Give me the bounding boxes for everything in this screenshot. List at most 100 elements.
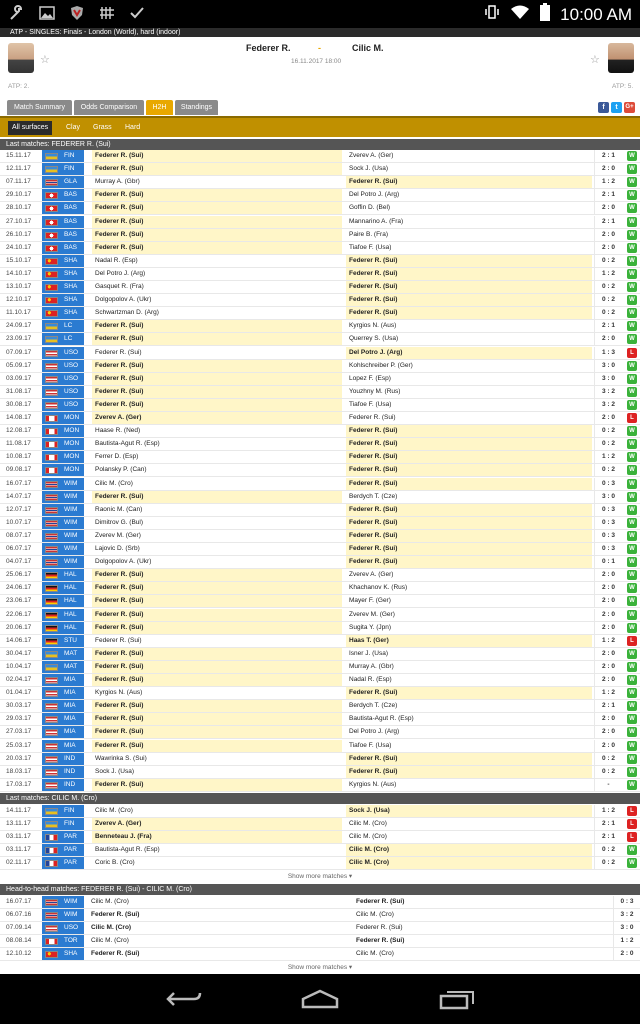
tournament-badge[interactable]: IND (42, 765, 84, 778)
match-row[interactable]: 12.07.17 WIM Raonic M. (Can) Federer R. (Su… (0, 503, 640, 517)
match-row[interactable]: 30.04.17 MAT Federer R. (Sui) Isner J. (Usa… (0, 647, 640, 661)
tournament-badge[interactable]: STU (42, 634, 84, 647)
home-favorite-star-icon[interactable]: ☆ (40, 53, 50, 66)
match-row[interactable]: 29.10.17 BAS Federer R. (Sui) Del Potro J. … (0, 189, 640, 203)
tournament-badge[interactable]: HAL (42, 582, 84, 595)
away-player[interactable]: Isner J. (Usa) (346, 648, 592, 660)
away-player[interactable]: Kohlschreiber P. (Ger) (346, 360, 592, 372)
away-player[interactable]: Federer R. (Sui) (346, 464, 592, 477)
home-player[interactable]: Sock J. (Usa) (92, 766, 342, 778)
away-player[interactable]: Federer R. (Sui) (346, 477, 592, 490)
away-player[interactable]: Federer R. (Sui) (346, 752, 592, 765)
match-row[interactable]: 05.09.17 USO Federer R. (Sui) Kohlschreiber… (0, 359, 640, 373)
away-player[interactable]: Sugita Y. (Jpn) (346, 622, 592, 634)
away-player[interactable]: Mannarino A. (Fra) (346, 216, 592, 228)
tournament-badge[interactable]: GLA (42, 176, 84, 189)
surface-hard[interactable]: Hard (121, 121, 144, 135)
home-player[interactable]: Bautista-Agut R. (Esp) (92, 844, 342, 856)
match-row[interactable]: 12.11.17 FIN Federer R. (Sui) Sock J. (Usa)… (0, 163, 640, 177)
away-player[interactable]: Federer R. (Sui) (346, 425, 592, 438)
tournament-badge[interactable]: MIA (42, 687, 84, 700)
tournament-badge[interactable]: WIM (42, 909, 84, 922)
home-player[interactable]: Federer R. (Sui) (92, 621, 342, 634)
match-row[interactable]: 24.09.17 LC Federer R. (Sui) Kyrgios N. (Au… (0, 320, 640, 334)
tournament-badge[interactable]: BAS (42, 228, 84, 241)
tournament-badge[interactable]: BAS (42, 241, 84, 254)
away-player[interactable]: Tiafoe F. (Usa) (346, 740, 592, 752)
match-row[interactable]: 15.11.17 FIN Federer R. (Sui) Zverev A. (Ge… (0, 150, 640, 163)
home-player[interactable]: Federer R. (Sui) (92, 647, 342, 660)
home-player[interactable]: Federer R. (Sui) (92, 215, 342, 228)
h2h-show-more-link[interactable]: Show more matches ▾ (0, 963, 640, 973)
home-player[interactable]: Dolgopolov A. (Ukr) (92, 556, 342, 568)
match-row[interactable]: 23.06.17 HAL Federer R. (Sui) Mayer F. (Ger… (0, 595, 640, 609)
match-row[interactable]: 06.07.17 WIM Lajovic D. (Srb) Federer R. (S… (0, 543, 640, 556)
tournament-badge[interactable]: MON (42, 438, 84, 451)
tab-standings[interactable]: Standings (175, 100, 218, 115)
home-player[interactable]: Gasquet R. (Fra) (92, 281, 342, 293)
away-player[interactable]: Sock J. (Usa) (346, 805, 592, 817)
match-row[interactable]: 13.11.17 FIN Zverev A. (Ger) Cilic M. (Cro)… (0, 818, 640, 832)
match-row[interactable]: 14.06.17 STU Federer R. (Sui) Haas T. (Ger)… (0, 634, 640, 648)
tournament-badge[interactable]: SHA (42, 281, 84, 293)
google-plus-share-icon[interactable]: G+ (624, 102, 635, 113)
tournament-badge[interactable]: USO (42, 385, 84, 398)
away-player[interactable]: Paire B. (Fra) (346, 229, 592, 241)
tournament-badge[interactable]: WIM (42, 516, 84, 529)
tournament-badge[interactable]: MIA (42, 713, 84, 726)
tournament-badge[interactable]: PAR (42, 844, 84, 857)
home-player[interactable]: Federer R. (Sui) (92, 490, 342, 503)
match-row[interactable]: 02.11.17 PAR Coric B. (Cro) Cilic M. (Cro) 0… (0, 857, 640, 871)
tournament-badge[interactable]: FIN (42, 805, 84, 817)
home-player[interactable]: Dolgopolov A. (Ukr) (92, 294, 342, 306)
home-player[interactable]: Federer R. (Sui) (88, 948, 350, 960)
away-player[interactable]: Zverev M. (Ger) (346, 609, 592, 621)
match-row[interactable]: 29.03.17 MIA Federer R. (Sui) Bautista-Agut… (0, 713, 640, 727)
tournament-badge[interactable]: MIA (42, 674, 84, 686)
match-row[interactable]: 10.07.17 WIM Dimitrov G. (Bul) Federer R. (… (0, 516, 640, 530)
tournament-badge[interactable]: WIM (42, 556, 84, 569)
tournament-badge[interactable]: SHA (42, 254, 84, 267)
match-row[interactable]: 30.08.17 USO Federer R. (Sui) Tiafoe F. (Us… (0, 398, 640, 412)
away-player[interactable]: Kyrgios N. (Aus) (346, 779, 592, 791)
tournament-badge[interactable]: WIM (42, 503, 84, 516)
surface-all[interactable]: All surfaces (8, 121, 53, 135)
tournament-badge[interactable]: SHA (42, 307, 84, 320)
match-row[interactable]: 14.11.17 FIN Cilic M. (Cro) Sock J. (Usa) 1 … (0, 805, 640, 818)
away-player[interactable]: Cilic M. (Cro) (353, 909, 611, 921)
tournament-badge[interactable]: USO (42, 359, 84, 372)
match-row[interactable]: 27.03.17 MIA Federer R. (Sui) Del Potro J. … (0, 726, 640, 740)
away-player[interactable]: Khachanov K. (Rus) (346, 582, 592, 594)
away-player[interactable]: Federer R. (Sui) (346, 254, 592, 267)
home-player[interactable]: Federer R. (Sui) (92, 713, 342, 726)
tournament-badge[interactable]: LC (42, 320, 84, 333)
away-player[interactable]: Federer R. (Sui) (346, 451, 592, 464)
tournament-badge[interactable]: TOR (42, 935, 84, 948)
match-row[interactable]: 07.09.17 USO Federer R. (Sui) Del Potro J. … (0, 346, 640, 360)
tournament-badge[interactable]: WIM (42, 490, 84, 503)
match-row[interactable]: 12.10.12 SHA Federer R. (Sui) Cilic M. (Cro… (0, 948, 640, 962)
away-player[interactable]: Cilic M. (Cro) (346, 831, 592, 843)
away-player[interactable]: Tiafoe F. (Usa) (346, 399, 592, 411)
home-player[interactable]: Federer R. (Sui) (92, 372, 342, 385)
match-row[interactable]: 13.10.17 SHA Gasquet R. (Fra) Federer R. (S… (0, 281, 640, 294)
surface-grass[interactable]: Grass (89, 121, 116, 135)
surface-clay[interactable]: Clay (62, 121, 84, 135)
match-row[interactable]: 03.11.17 PAR Bautista-Agut R. (Esp) Cilic M… (0, 844, 640, 858)
home-player[interactable]: Benneteau J. (Fra) (92, 831, 342, 844)
match-row[interactable]: 20.06.17 HAL Federer R. (Sui) Sugita Y. (Jp… (0, 621, 640, 635)
match-row[interactable]: 14.08.17 MON Zverev A. (Ger) Federer R. (Su… (0, 412, 640, 425)
tournament-badge[interactable]: BAS (42, 202, 84, 215)
home-player[interactable]: Ferrer D. (Esp) (92, 451, 342, 463)
tournament-badge[interactable]: USO (42, 398, 84, 411)
home-player[interactable]: Wawrinka S. (Sui) (92, 753, 342, 765)
match-row[interactable]: 07.09.14 USO Cilic M. (Cro) Federer R. (Sui… (0, 922, 640, 936)
away-player[interactable]: Federer R. (Sui) (346, 307, 592, 320)
home-player[interactable]: Zverev M. (Ger) (92, 530, 342, 542)
away-player[interactable]: Federer R. (Sui) (346, 438, 592, 451)
tournament-badge[interactable]: IND (42, 752, 84, 765)
tournament-badge[interactable]: USO (42, 922, 84, 935)
match-row[interactable]: 07.11.17 GLA Murray A. (Gbr) Federer R. (Su… (0, 176, 640, 190)
match-row[interactable]: 11.10.17 SHA Schwartzman D. (Arg) Federer R… (0, 307, 640, 321)
tournament-badge[interactable]: WIM (42, 529, 84, 542)
